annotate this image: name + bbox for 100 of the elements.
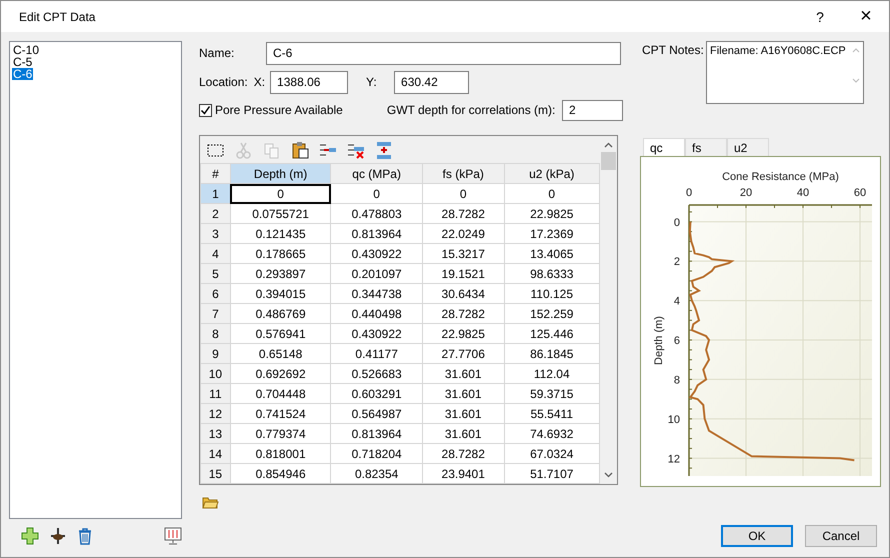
row-header[interactable]: 4	[200, 244, 230, 264]
table-cell[interactable]: 13.4065	[504, 244, 600, 264]
checkbox[interactable]	[199, 104, 212, 116]
table-cell[interactable]: 17.2369	[504, 224, 600, 244]
table-cell[interactable]: 0	[330, 184, 422, 204]
scroll-up-icon[interactable]	[604, 142, 613, 148]
table-cell[interactable]: 0.564987	[330, 404, 422, 424]
table-cell[interactable]: 0.440498	[330, 304, 422, 324]
table-cell[interactable]: 0	[504, 184, 600, 204]
table-cell[interactable]: 0.486769	[230, 304, 331, 324]
table-cell[interactable]: 22.9825	[504, 204, 600, 224]
table-cell[interactable]: 0.430922	[330, 324, 422, 344]
table-cell[interactable]: 0.576941	[230, 324, 331, 344]
scrollbar-thumb[interactable]	[601, 152, 616, 170]
row-header[interactable]: 12	[200, 404, 230, 424]
trash-icon[interactable]	[77, 527, 93, 545]
row-header[interactable]: 11	[200, 384, 230, 404]
y-field[interactable]: 630.42	[394, 70, 470, 94]
chart-tab[interactable]: fs	[685, 138, 727, 156]
table-cell[interactable]: 0.526683	[330, 364, 422, 384]
table-cell[interactable]: 31.601	[422, 384, 504, 404]
table-cell[interactable]: 55.5411	[504, 404, 600, 424]
column-header[interactable]: qc (MPa)	[330, 164, 422, 184]
table-cell[interactable]: 31.601	[422, 404, 504, 424]
table-cell[interactable]: 110.125	[504, 284, 600, 304]
table-cell[interactable]: 0.854946	[230, 464, 331, 484]
table-cell[interactable]: 30.6434	[422, 284, 504, 304]
row-header[interactable]: 6	[200, 284, 230, 304]
table-cell[interactable]: 0.41177	[330, 344, 422, 364]
table-cell[interactable]: 0.704448	[230, 384, 331, 404]
table-cell[interactable]: 28.7282	[422, 304, 504, 324]
table-cell[interactable]: 28.7282	[422, 444, 504, 464]
table-cell[interactable]: 67.0324	[504, 444, 600, 464]
table-cell[interactable]: 0.201097	[330, 264, 422, 284]
dialog-button[interactable]: Cancel	[805, 525, 877, 547]
list-item[interactable]: C-6	[12, 68, 34, 80]
table-cell[interactable]: 0.430922	[330, 244, 422, 264]
help-button[interactable]: ?	[797, 1, 843, 32]
table-cell[interactable]: 23.9401	[422, 464, 504, 484]
table-cell[interactable]: 0.813964	[330, 424, 422, 444]
clipboard-icon[interactable]	[290, 140, 308, 158]
table-cell[interactable]: 86.1845	[504, 344, 600, 364]
table-cell[interactable]: 0.718204	[330, 444, 422, 464]
table-cell[interactable]: 28.7282	[422, 204, 504, 224]
table-cell[interactable]: 0.0755721	[230, 204, 331, 224]
row-header[interactable]: 14	[200, 444, 230, 464]
gwt-field[interactable]: 2	[562, 100, 623, 120]
table-cell[interactable]: 22.0249	[422, 224, 504, 244]
row-header[interactable]: 9	[200, 344, 230, 364]
row-header[interactable]: 8	[200, 324, 230, 344]
chart-tab[interactable]: u2	[727, 138, 769, 156]
x-field[interactable]: 1388.06	[270, 70, 348, 94]
column-header[interactable]: #	[200, 164, 230, 184]
table-cell[interactable]: 0.394015	[230, 284, 331, 304]
table-cell[interactable]: 0.813964	[330, 224, 422, 244]
cpt-list[interactable]: C-10 C-5 C-6	[9, 41, 182, 519]
scroll-down-icon[interactable]	[604, 472, 613, 478]
table-cell[interactable]: 15.3217	[422, 244, 504, 264]
table-cell[interactable]: 59.3715	[504, 384, 600, 404]
table-cell[interactable]: 74.6932	[504, 424, 600, 444]
table-cell[interactable]: 19.1521	[422, 264, 504, 284]
close-button[interactable]: ×	[843, 1, 889, 32]
table-cell[interactable]: 0	[230, 184, 331, 204]
plus-icon[interactable]	[21, 527, 39, 545]
column-header[interactable]: u2 (kPa)	[504, 164, 600, 184]
chart-tab[interactable]: qc	[643, 138, 685, 156]
row-header[interactable]: 2	[200, 204, 230, 224]
table-cell[interactable]: 0.344738	[330, 284, 422, 304]
table-cell[interactable]: 112.04	[504, 364, 600, 384]
list-item[interactable]: C-5	[12, 56, 34, 68]
table-cell[interactable]: 31.601	[422, 364, 504, 384]
table-cell[interactable]: 0.293897	[230, 264, 331, 284]
column-header[interactable]: Depth (m)	[230, 164, 331, 184]
table-cell[interactable]: 0.779374	[230, 424, 331, 444]
table-cell[interactable]: 0	[422, 184, 504, 204]
table-cell[interactable]: 51.7107	[504, 464, 600, 484]
row-header[interactable]: 1	[200, 184, 230, 204]
table-cell[interactable]: 0.692692	[230, 364, 331, 384]
table-cell[interactable]: 22.9825	[422, 324, 504, 344]
folder-icon[interactable]	[202, 496, 219, 509]
table-cell[interactable]: 31.601	[422, 424, 504, 444]
table-cell[interactable]: 125.446	[504, 324, 600, 344]
row-header[interactable]: 15	[200, 464, 230, 484]
table-cell[interactable]: 0.82354	[330, 464, 422, 484]
row-header[interactable]: 7	[200, 304, 230, 324]
table-cell[interactable]: 0.178665	[230, 244, 331, 264]
table-cell[interactable]: 0.478803	[330, 204, 422, 224]
column-header[interactable]: fs (kPa)	[422, 164, 504, 184]
row-header[interactable]: 5	[200, 264, 230, 284]
table-cell[interactable]: 152.259	[504, 304, 600, 324]
table-cell[interactable]: 0.818001	[230, 444, 331, 464]
table-cell[interactable]: 0.603291	[330, 384, 422, 404]
table-cell[interactable]: 0.121435	[230, 224, 331, 244]
row-header[interactable]: 10	[200, 364, 230, 384]
table-cell[interactable]: 0.741524	[230, 404, 331, 424]
table-cell[interactable]: 27.7706	[422, 344, 504, 364]
name-field[interactable]: C-6	[266, 42, 621, 64]
table-cell[interactable]: 0.65148	[230, 344, 331, 364]
row-header[interactable]: 3	[200, 224, 230, 244]
dialog-button[interactable]: OK	[721, 525, 793, 547]
